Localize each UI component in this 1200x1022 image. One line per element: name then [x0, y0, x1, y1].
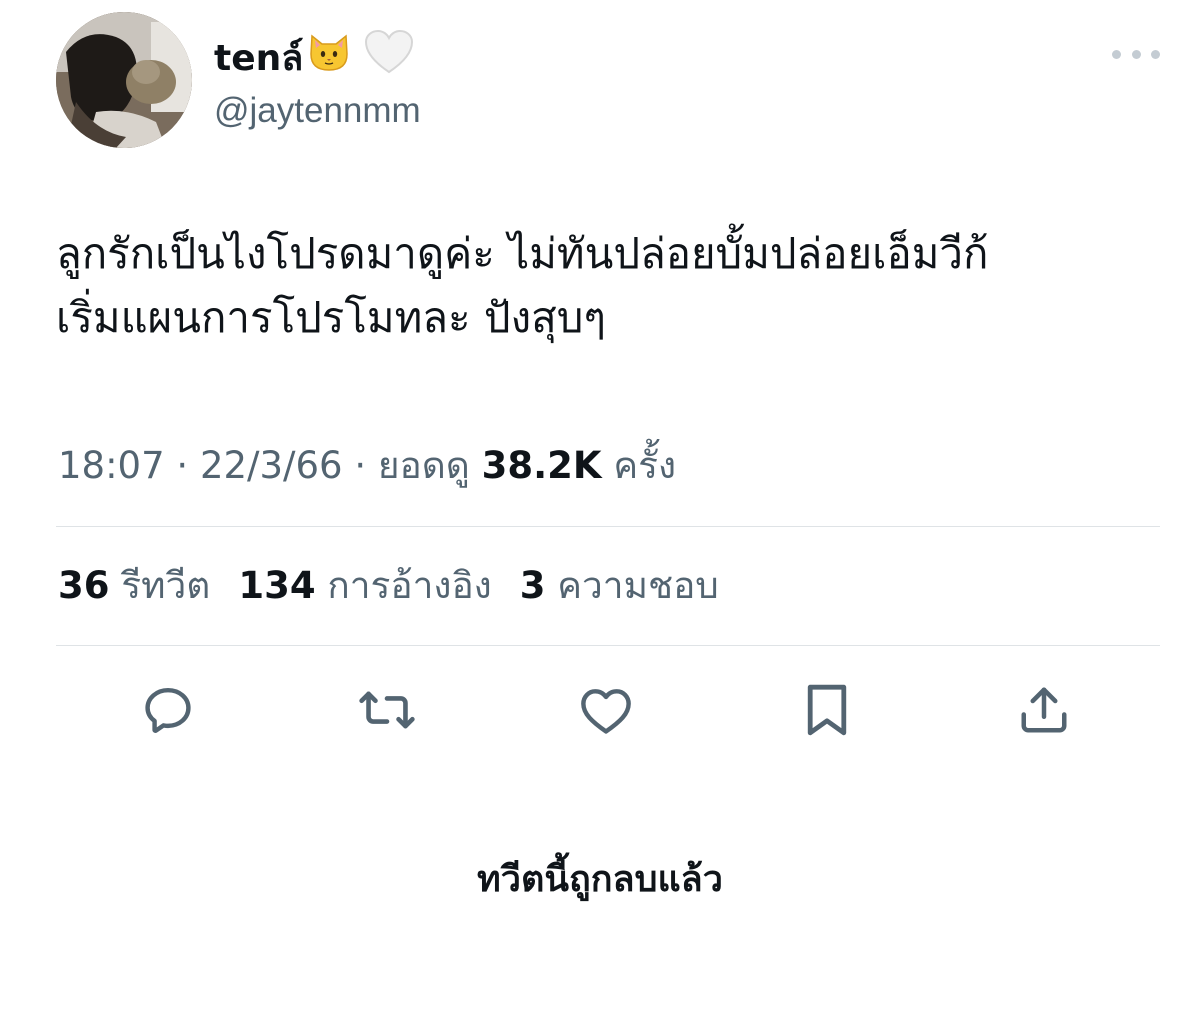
views-count[interactable]: 38.2K	[482, 444, 602, 487]
share-icon	[1021, 687, 1067, 733]
display-name-text: tenล์	[214, 38, 304, 79]
quotes-count: 134	[238, 564, 316, 607]
retweet-icon	[359, 691, 415, 729]
tweet-text-line: ลูกรักเป็นไงโปรดมาดูค่ะ ไม่ทันปล่อยบั้มป…	[56, 229, 989, 278]
user-handle[interactable]: @jaytennmm	[214, 86, 421, 136]
share-button[interactable]	[1014, 680, 1074, 740]
more-options-icon[interactable]	[1112, 40, 1160, 68]
quotes-stat[interactable]: 134 การอ้างอิง	[238, 560, 491, 612]
tweet-meta: 18:07 · 22/3/66 · ยอดดู 38.2K ครั้ง	[58, 440, 676, 492]
tweet-time[interactable]: 18:07	[58, 444, 165, 487]
reply-icon	[145, 687, 191, 733]
meta-separator: ·	[354, 444, 367, 487]
cat-face-emoji-icon	[307, 30, 351, 88]
retweets-label: รีทวีต	[121, 564, 211, 607]
more-dot	[1151, 49, 1160, 59]
more-dot	[1112, 49, 1121, 59]
white-heart-emoji-icon	[363, 28, 415, 90]
retweet-button[interactable]	[357, 680, 417, 740]
reply-button[interactable]	[138, 680, 198, 740]
retweets-count: 36	[58, 564, 110, 607]
likes-stat[interactable]: 3 ความชอบ	[520, 560, 719, 612]
bookmark-icon	[807, 684, 847, 736]
tweet-date[interactable]: 22/3/66	[200, 444, 343, 487]
divider	[56, 645, 1160, 646]
avatar[interactable]	[56, 12, 192, 148]
meta-separator: ·	[176, 444, 189, 487]
more-dot	[1131, 49, 1141, 59]
divider	[56, 526, 1160, 527]
tweet-text: ลูกรักเป็นไงโปรดมาดูค่ะ ไม่ทันปล่อยบั้มป…	[56, 222, 1166, 350]
views-label: ยอดดู	[377, 444, 470, 487]
like-button[interactable]	[576, 680, 636, 740]
likes-label: ความชอบ	[557, 564, 719, 607]
views-suffix: ครั้ง	[613, 444, 677, 487]
likes-count: 3	[519, 564, 546, 607]
display-name[interactable]: tenล์	[214, 28, 415, 90]
retweets-stat[interactable]: 36 รีทวีต	[58, 560, 210, 612]
like-icon	[581, 689, 631, 734]
quotes-label: การอ้างอิง	[327, 564, 492, 607]
tweet-deleted-notice: ทวีตนี้ถูกลบแล้ว	[477, 859, 723, 900]
avatar-image	[56, 12, 192, 148]
bookmark-button[interactable]	[797, 680, 857, 740]
tweet-stats: 36 รีทวีต 134 การอ้างอิง 3 ความชอบ	[58, 560, 719, 612]
tweet-text-line: เริ่มแผนการโปรโมทละ ปังสุบๆ	[56, 293, 606, 342]
